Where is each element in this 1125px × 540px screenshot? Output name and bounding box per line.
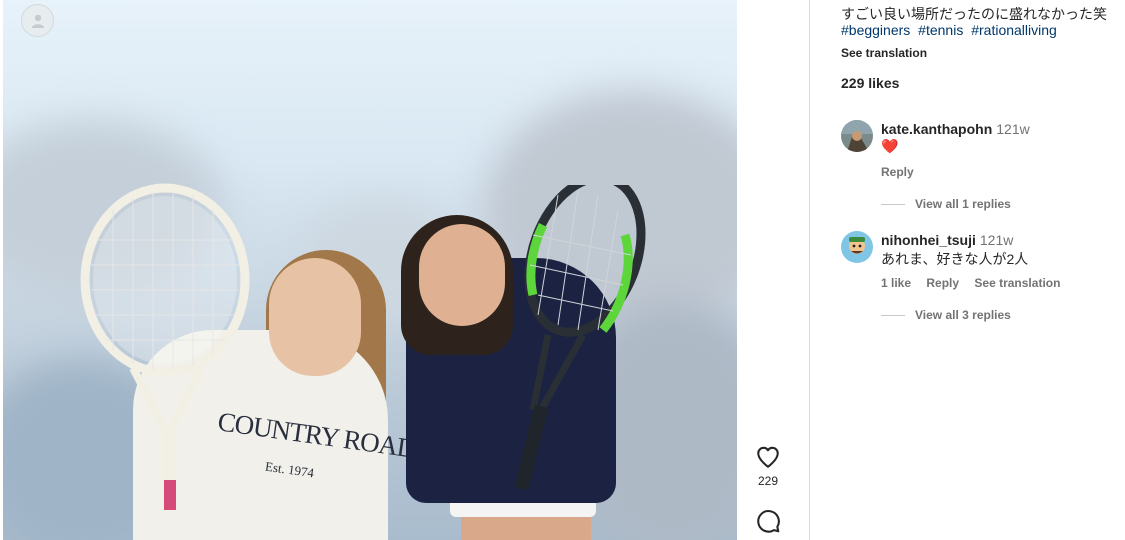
post-caption: すごい良い場所だったのに盛れなかった笑 (841, 6, 1107, 22)
comment-icon[interactable] (755, 508, 781, 534)
replies-line (881, 314, 905, 316)
post-image[interactable]: COUNTRY ROAD Est. 1974 (3, 0, 737, 540)
reply-button[interactable]: Reply (926, 276, 959, 290)
person-left-face (269, 258, 361, 376)
tagged-user-button[interactable] (21, 4, 54, 37)
avatar[interactable] (841, 120, 873, 152)
person-right-face (419, 224, 505, 326)
view-replies-label: View all 1 replies (915, 197, 1011, 211)
avatar[interactable] (841, 231, 873, 263)
see-translation-button[interactable]: See translation (974, 276, 1060, 290)
hashtag-link[interactable]: #begginers (841, 22, 910, 38)
comment-time: 121w (979, 232, 1014, 248)
comment-username[interactable]: kate.kanthapohn 121w (881, 121, 1030, 137)
like-count: 229 (757, 474, 779, 488)
comment-username[interactable]: nihonhei_tsuji 121w (881, 232, 1013, 248)
hashtag-link[interactable]: #tennis (918, 22, 963, 38)
see-translation-button[interactable]: See translation (841, 46, 927, 60)
reply-button[interactable]: Reply (881, 165, 914, 179)
comment-actions: Reply (881, 165, 926, 179)
hashtag-link[interactable]: #rationalliving (971, 22, 1057, 38)
comment-text: あれま、好きな人が2人 (881, 251, 1029, 267)
view-replies-button[interactable]: View all 1 replies (881, 197, 1011, 211)
replies-line (881, 203, 905, 205)
tennis-racket-green (514, 185, 646, 491)
comment-actions: 1 like Reply See translation (881, 276, 1072, 290)
heart-icon[interactable] (755, 444, 781, 470)
hashtag-list: #begginers #tennis #rationalliving (841, 22, 1061, 38)
user-icon (31, 14, 44, 28)
view-replies-label: View all 3 replies (915, 308, 1011, 322)
comment-text: ❤️ (881, 138, 899, 154)
comment-like-count[interactable]: 1 like (881, 276, 911, 290)
likes-count-text[interactable]: 229 likes (841, 75, 899, 91)
tennis-racket-white (80, 183, 250, 510)
comment-time: 121w (996, 121, 1030, 137)
view-replies-button[interactable]: View all 3 replies (881, 308, 1011, 322)
